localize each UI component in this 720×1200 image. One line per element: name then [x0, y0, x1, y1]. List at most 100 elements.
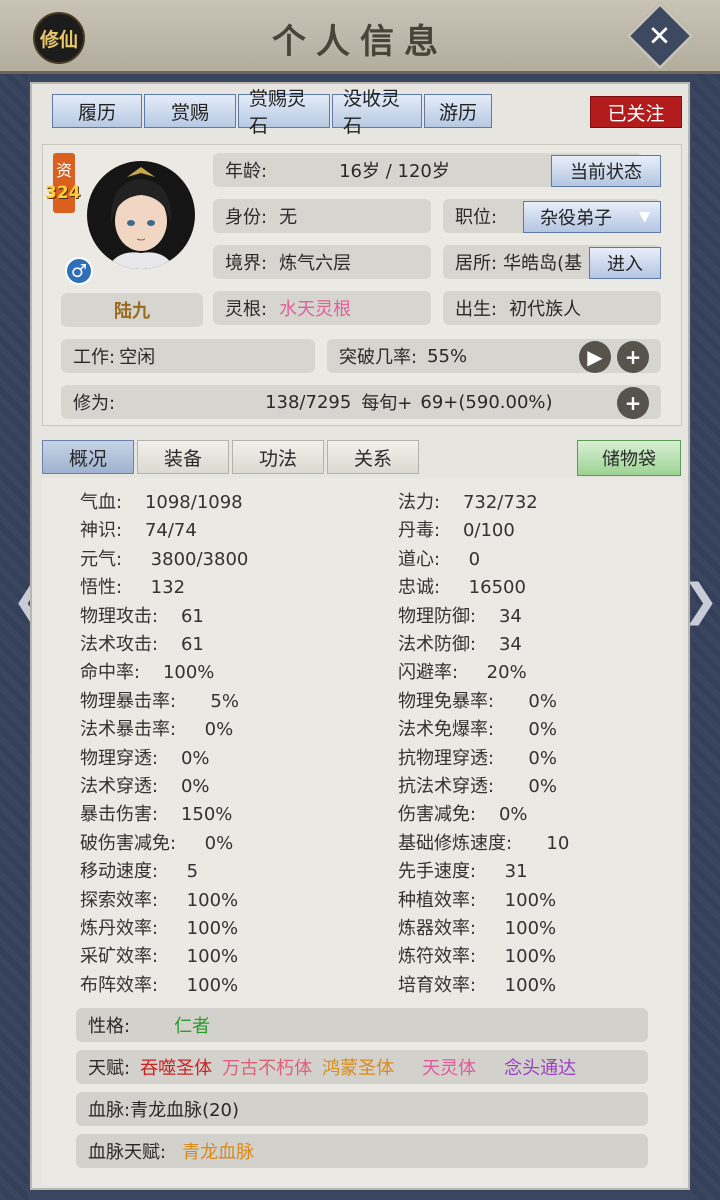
- stat-item: 物理穿透: 0%: [80, 747, 210, 769]
- per-tick-value: 69+(590.00%): [420, 391, 553, 413]
- realm-label: 境界:: [225, 253, 268, 274]
- sub-tab-bar: 概况 装备 功法 关系: [42, 440, 419, 474]
- bloodline-talent-value: 青龙血脉: [182, 1142, 255, 1163]
- bloodline-row: 血脉: 青龙血脉(20): [76, 1092, 648, 1126]
- enter-button[interactable]: 进入: [589, 247, 661, 279]
- work-label: 工作:: [73, 347, 116, 368]
- tab-reward-stone[interactable]: 赏赐灵石: [238, 88, 330, 137]
- age-value: 16岁 / 120岁: [339, 161, 450, 182]
- followed-button[interactable]: 已关注: [590, 96, 682, 128]
- talent-item[interactable]: 万古不朽体: [222, 1058, 312, 1079]
- identity-label: 身份:: [225, 207, 268, 228]
- stat-item: 物理防御: 34: [398, 605, 522, 627]
- profile-box: 资 324 ♂ 陆九 年龄: 16岁 / 120岁 当前状态 身份: 无 职位:…: [42, 144, 682, 426]
- page-title: 个人信息: [272, 22, 448, 62]
- talent-item[interactable]: 鸿蒙圣体: [322, 1058, 394, 1079]
- root-row: 灵根: 水天灵根: [213, 291, 431, 325]
- residence-label: 居所:: [455, 253, 498, 274]
- talent-item[interactable]: 吞噬圣体: [140, 1058, 212, 1079]
- stat-item: 炼符效率: 100%: [398, 946, 557, 968]
- current-status-button[interactable]: 当前状态: [551, 155, 661, 187]
- plus-icon[interactable]: +: [617, 387, 649, 419]
- work-value: 空闲: [119, 347, 156, 368]
- stat-item: 神识: 74/74: [80, 520, 197, 542]
- left-rail: [0, 74, 28, 1200]
- talent-item[interactable]: 念头通达: [504, 1058, 576, 1079]
- info-panel: 履历 赏赐 赏赐灵石 没收灵石 游历 已关注 资 324 ♂ 陆九 年龄: 16…: [30, 82, 690, 1190]
- cultivation-label: 修为:: [73, 393, 116, 414]
- stat-item: 暴击伤害: 150%: [80, 804, 233, 826]
- top-tab-bar: 履历 赏赐 赏赐灵石 没收灵石 游历: [52, 88, 492, 137]
- bloodline-value: 青龙血脉(20): [130, 1100, 240, 1121]
- top-bar: 修仙 个人信息 ✕: [0, 0, 720, 74]
- tab-techniques[interactable]: 功法: [232, 440, 324, 474]
- right-rail: [692, 74, 720, 1200]
- tab-history[interactable]: 履历: [52, 94, 142, 128]
- avatar[interactable]: [87, 161, 195, 269]
- breakthrough-value: 55%: [427, 345, 468, 367]
- storage-bag-button[interactable]: 储物袋: [577, 440, 681, 476]
- post-value: 杂役弟子: [540, 208, 612, 229]
- root-value: 水天灵根: [279, 299, 352, 320]
- breakthrough-label: 突破几率:: [339, 347, 418, 368]
- cultivation-value: 138/7295: [265, 391, 352, 413]
- stat-item: 采矿效率: 100%: [80, 946, 239, 968]
- root-label: 灵根:: [225, 299, 268, 320]
- per-tick-label: 每旬+: [361, 393, 413, 414]
- realm-row: 境界: 炼气六层: [213, 245, 431, 279]
- tab-travel[interactable]: 游历: [424, 94, 492, 128]
- post-select[interactable]: 杂役弟子 ▼: [523, 201, 661, 233]
- stat-item: 物理暴击率: 5%: [80, 690, 239, 712]
- work-row: 工作: 空闲: [61, 339, 315, 373]
- personality-row: 性格: 仁者: [76, 1008, 648, 1042]
- stat-item: 法力: 732/732: [398, 492, 538, 513]
- stat-item: 布阵效率: 100%: [80, 974, 239, 996]
- tab-reward[interactable]: 赏赐: [144, 94, 236, 128]
- stat-item: 法术攻击: 61: [80, 634, 204, 655]
- stat-item: 炼器效率: 100%: [398, 918, 557, 939]
- stat-item: 闪避率: 20%: [398, 662, 527, 684]
- bloodline-label: 血脉:: [88, 1100, 131, 1121]
- realm-value: 炼气六层: [279, 253, 352, 274]
- tab-confiscate-stone[interactable]: 没收灵石: [332, 88, 422, 137]
- personality-value: 仁者: [174, 1016, 211, 1037]
- chevron-down-icon: ▼: [639, 209, 650, 225]
- stats-area: 气血: 1098/1098 神识: 74/74 元气: 3800/3800 悟性: 1…: [42, 478, 682, 1186]
- stat-item: 悟性: 132: [80, 577, 186, 599]
- stat-item: 培育效率: 100%: [398, 974, 557, 996]
- stat-item: 物理攻击: 61: [80, 605, 204, 627]
- birth-label: 出生:: [455, 299, 498, 320]
- stat-item: 伤害减免: 0%: [398, 804, 528, 826]
- stat-item: 抗物理穿透: 0%: [398, 747, 557, 769]
- prev-arrow-icon[interactable]: ❮: [12, 578, 49, 624]
- tab-relations[interactable]: 关系: [327, 440, 419, 474]
- tab-overview[interactable]: 概况: [42, 440, 134, 474]
- stat-item: 移动速度: 5: [80, 861, 199, 883]
- stat-item: 气血: 1098/1098: [80, 492, 243, 513]
- stat-item: 基础修炼速度: 10: [398, 832, 570, 854]
- close-icon: ✕: [648, 19, 672, 53]
- post-label: 职位:: [455, 207, 498, 228]
- character-name: 陆九: [61, 293, 203, 327]
- age-label: 年龄:: [225, 161, 268, 182]
- stat-item: 法术免爆率: 0%: [398, 719, 557, 741]
- talent-list: 吞噬圣体 万古不朽体 鸿蒙圣体 天灵体 念头通达: [130, 1054, 576, 1080]
- identity-row: 身份: 无: [213, 199, 431, 233]
- stat-item: 元气: 3800/3800: [80, 548, 249, 570]
- bloodline-talent-row: 血脉天赋: 青龙血脉: [76, 1134, 648, 1168]
- talent-item[interactable]: 天灵体: [422, 1058, 476, 1079]
- tab-equipment[interactable]: 装备: [137, 440, 229, 474]
- talent-row: 天赋: 吞噬圣体 万古不朽体 鸿蒙圣体 天灵体 念头通达: [76, 1050, 648, 1084]
- stat-item: 命中率: 100%: [80, 662, 215, 684]
- stat-item: 探索效率: 100%: [80, 889, 239, 911]
- residence-value: 华皓岛(基: [503, 253, 583, 274]
- stat-item: 法术防御: 34: [398, 634, 522, 655]
- male-icon: ♂: [65, 257, 93, 285]
- stat-item: 抗法术穿透: 0%: [398, 776, 557, 797]
- talent-label: 天赋:: [88, 1058, 131, 1079]
- stat-item: 种植效率: 100%: [398, 889, 557, 911]
- plus-icon[interactable]: +: [617, 341, 649, 373]
- stat-item: 法术暴击率: 0%: [80, 719, 234, 741]
- play-icon[interactable]: ▶: [579, 341, 611, 373]
- identity-value: 无: [279, 207, 298, 228]
